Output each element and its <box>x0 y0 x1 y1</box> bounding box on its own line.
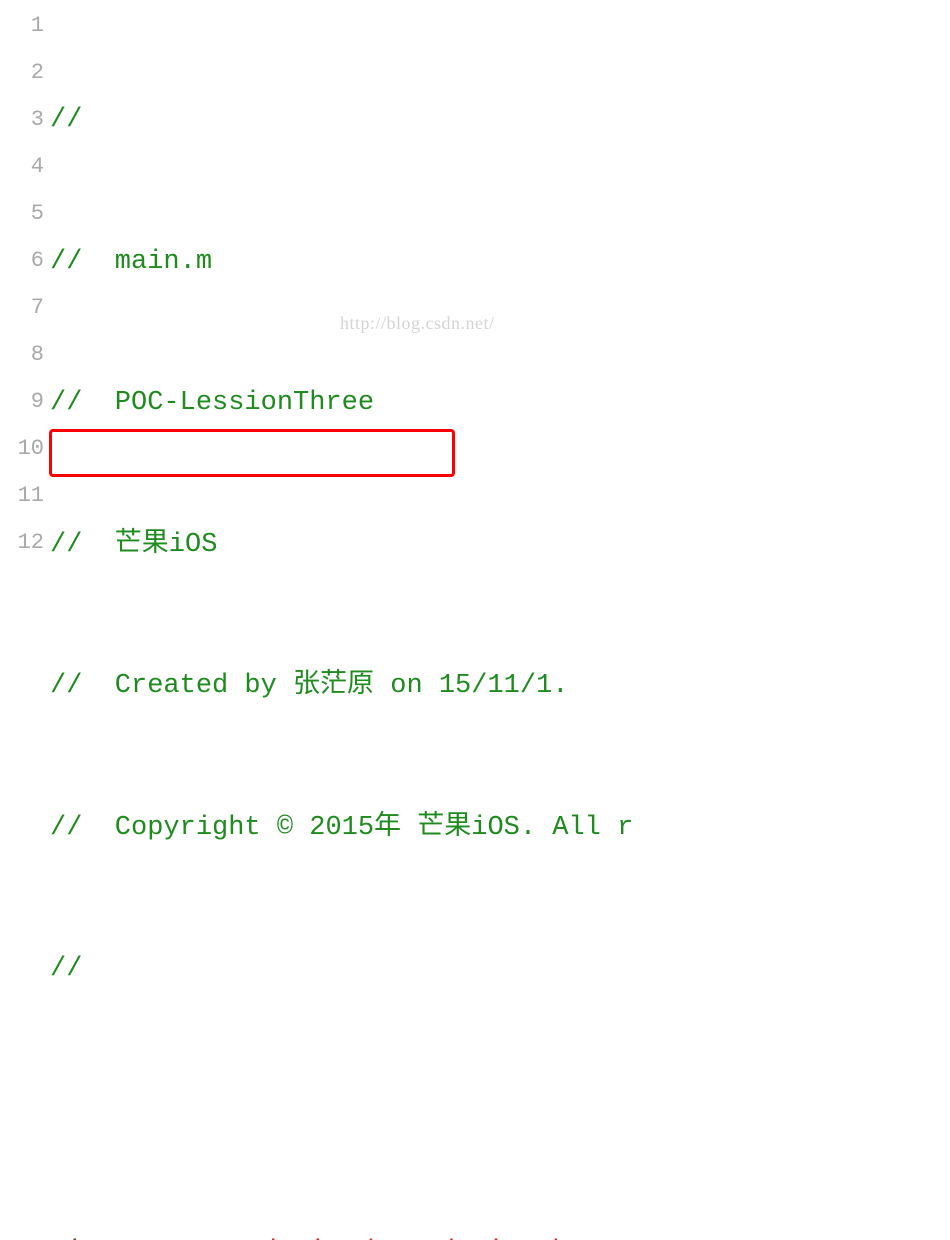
line-number: 12 <box>0 520 44 567</box>
code-comment: // Created by 张茫原 on 15/11/1. <box>50 663 568 710</box>
code-comment: // <box>50 946 82 993</box>
code-comment: // POC-LessionThree <box>50 380 374 427</box>
code-comment: // 芒果iOS <box>50 522 217 569</box>
line-number: 2 <box>0 50 44 97</box>
code-comment: // Copyright © 2015年 芒果iOS. All r <box>50 805 633 852</box>
line-number: 11 <box>0 473 44 520</box>
line-number: 4 <box>0 144 44 191</box>
code-comment: // main.m <box>50 239 212 286</box>
line-number: 1 <box>0 3 44 50</box>
line-gutter: 1 2 3 4 5 6 7 8 9 10 11 12 <box>0 0 50 620</box>
line-number: 10 <box>0 426 44 473</box>
code-area: // // main.m // POC-LessionThree // 芒果iO… <box>50 0 633 620</box>
line-number: 8 <box>0 332 44 379</box>
line-number: 3 <box>0 97 44 144</box>
line-number: 9 <box>0 379 44 426</box>
code-string: <Foundation/Foundation.h> <box>180 1229 585 1240</box>
code-comment: // <box>50 97 82 144</box>
line-number: 7 <box>0 285 44 332</box>
code-blank <box>50 1088 66 1135</box>
line-number: 5 <box>0 191 44 238</box>
code-editor: 1 2 3 4 5 6 7 8 9 10 11 12 // // main.m … <box>0 0 950 620</box>
line-number: 6 <box>0 238 44 285</box>
code-preproc: #import <box>50 1229 180 1240</box>
